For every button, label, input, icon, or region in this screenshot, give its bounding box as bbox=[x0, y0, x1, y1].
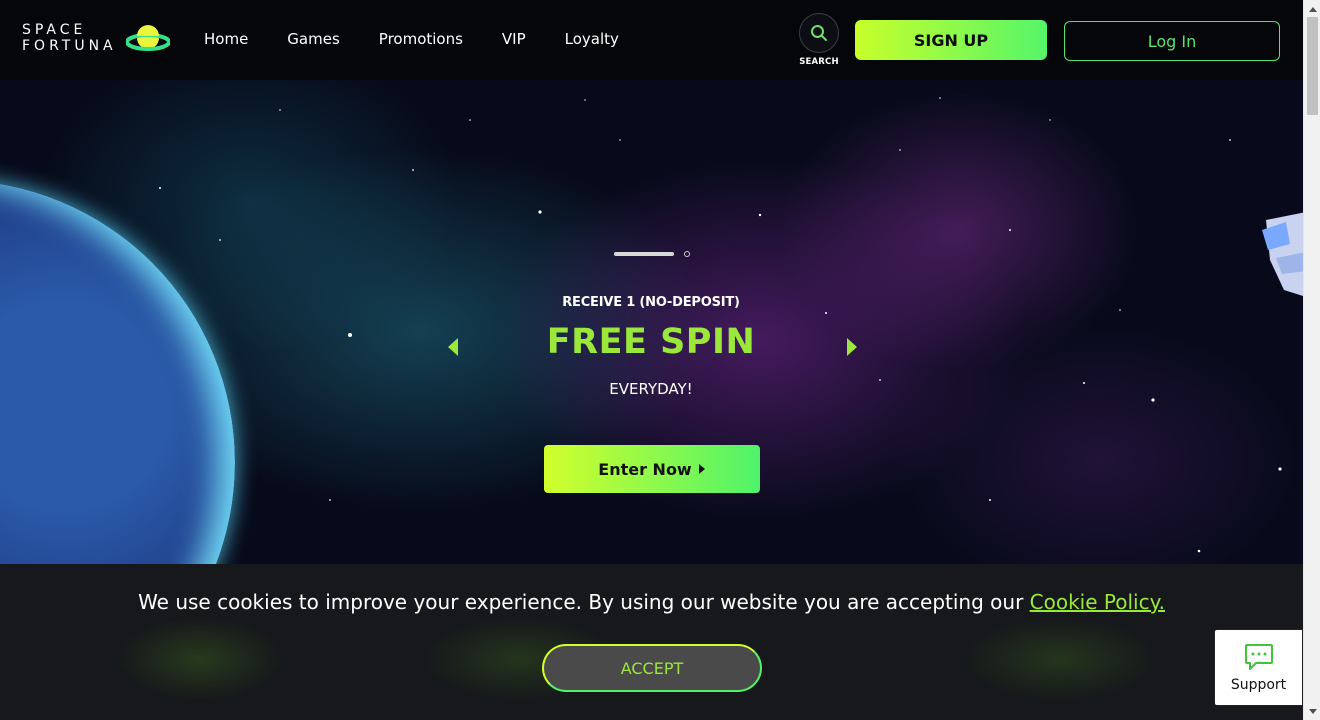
scroll-up-button[interactable] bbox=[1304, 0, 1320, 17]
scroll-down-button[interactable] bbox=[1304, 703, 1320, 720]
carousel-indicator-active[interactable] bbox=[614, 252, 674, 256]
cookie-message: We use cookies to improve your experienc… bbox=[0, 590, 1303, 614]
sign-up-button[interactable]: SIGN UP bbox=[855, 20, 1047, 60]
hero-carousel: RECEIVE 1 (NO-DEPOSIT) FREE SPIN EVERYDA… bbox=[0, 80, 1303, 564]
spaceship-image bbox=[1262, 212, 1303, 296]
scroll-down-icon bbox=[1308, 708, 1317, 714]
search-icon bbox=[811, 25, 827, 41]
slide-subtitle: EVERYDAY! bbox=[609, 380, 693, 398]
logo-wordmark: SPACE FORTUNA bbox=[22, 22, 117, 54]
logo-line-1: SPACE bbox=[22, 22, 87, 38]
carousel-indicators bbox=[614, 251, 690, 257]
page: SPACE FORTUNA Home Games Promotions VIP … bbox=[0, 0, 1303, 720]
chat-icon bbox=[1244, 643, 1273, 670]
logo-line-2: FORTUNA bbox=[22, 38, 117, 54]
nav-home[interactable]: Home bbox=[204, 30, 248, 48]
cookie-policy-link[interactable]: Cookie Policy. bbox=[1030, 590, 1165, 614]
support-label: Support bbox=[1230, 676, 1287, 693]
enter-now-button[interactable]: Enter Now bbox=[544, 445, 760, 493]
search-button[interactable] bbox=[799, 13, 839, 53]
cookie-message-text: We use cookies to improve your experienc… bbox=[138, 590, 1024, 614]
cookie-banner: We use cookies to improve your experienc… bbox=[0, 564, 1303, 720]
nav-games[interactable]: Games bbox=[287, 30, 339, 48]
page-scrollbar[interactable] bbox=[1303, 0, 1320, 720]
log-in-button[interactable]: Log In bbox=[1064, 21, 1280, 61]
site-logo[interactable]: SPACE FORTUNA bbox=[22, 22, 172, 58]
play-triangle-icon bbox=[698, 464, 705, 474]
nav-promotions[interactable]: Promotions bbox=[379, 30, 463, 48]
nav-vip[interactable]: VIP bbox=[502, 30, 526, 48]
nav-loyalty[interactable]: Loyalty bbox=[565, 30, 619, 48]
scrollbar-thumb[interactable] bbox=[1307, 17, 1318, 115]
support-widget-button[interactable]: Support bbox=[1214, 629, 1303, 706]
carousel-indicator[interactable] bbox=[684, 251, 690, 257]
search-label: SEARCH bbox=[799, 57, 839, 67]
accept-cookies-button[interactable]: ACCEPT bbox=[542, 644, 762, 692]
enter-now-label: Enter Now bbox=[598, 459, 692, 479]
main-nav: Home Games Promotions VIP Loyalty bbox=[204, 30, 658, 48]
site-header: SPACE FORTUNA Home Games Promotions VIP … bbox=[0, 0, 1303, 80]
slide-title: FREE SPIN bbox=[546, 322, 756, 362]
slide-pretitle: RECEIVE 1 (NO-DEPOSIT) bbox=[562, 295, 740, 310]
scroll-up-icon bbox=[1308, 6, 1317, 12]
search-control: SEARCH bbox=[799, 13, 839, 67]
planet-logo-icon bbox=[126, 25, 170, 51]
